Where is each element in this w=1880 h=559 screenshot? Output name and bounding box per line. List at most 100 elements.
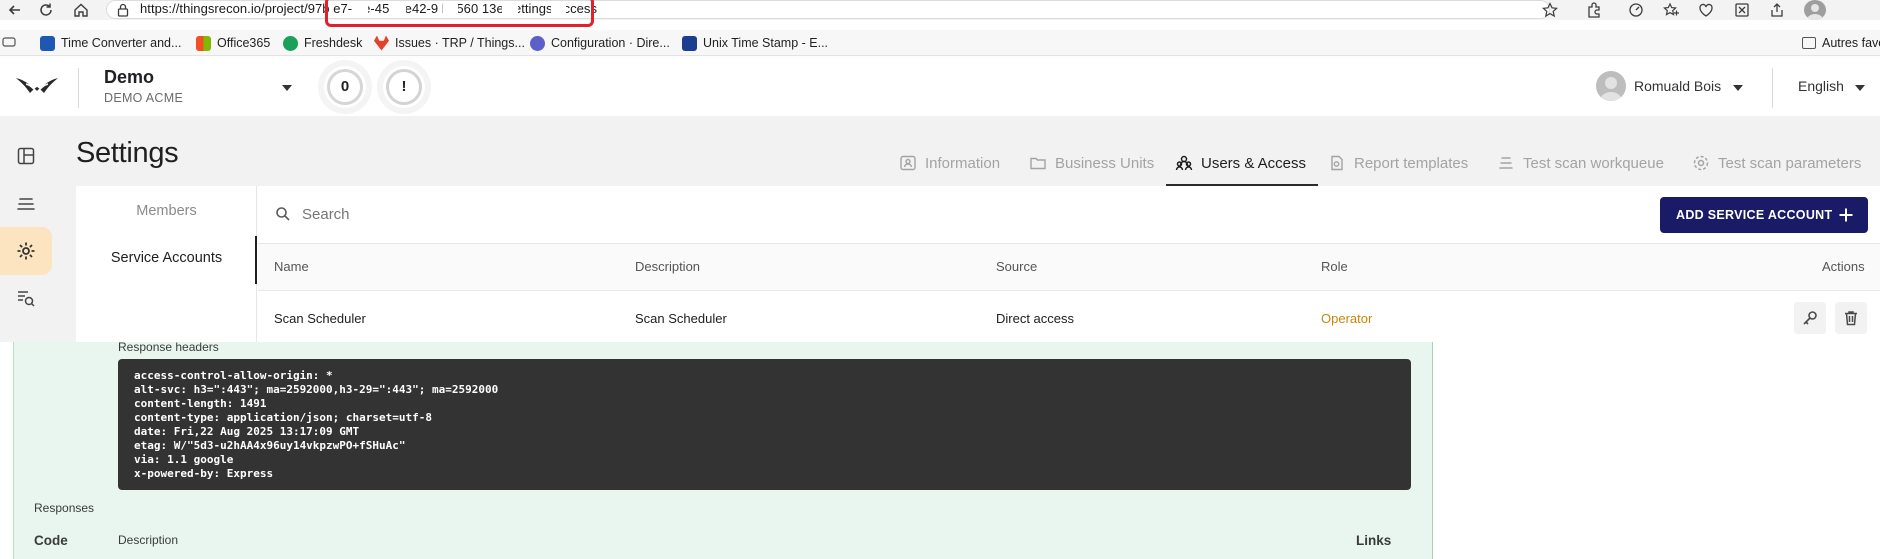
bookmark-label: Configuration · Dire... (551, 36, 670, 50)
gear-icon (1692, 154, 1710, 172)
column-header-description[interactable]: Description (635, 259, 700, 274)
performance-icon[interactable] (1627, 1, 1645, 19)
favorites-icon[interactable] (1662, 1, 1680, 19)
report-icon (1328, 154, 1346, 172)
bookmark-label: Autres favo (1822, 36, 1880, 50)
header-line: content-length: 1491 (134, 397, 267, 410)
bookmark-label: Issues · TRP / Things... (395, 36, 525, 50)
tab-users-access[interactable]: Users & Access (1175, 150, 1306, 176)
star-icon[interactable] (1541, 1, 1559, 19)
tab-label: Test scan workqueue (1523, 154, 1664, 172)
tab-label: Test scan parameters (1718, 154, 1862, 172)
bookmark-gitlab-issues[interactable]: Issues · TRP / Things... (374, 34, 525, 52)
row-source: Direct access (996, 311, 1075, 326)
alert-badge[interactable]: ! (383, 66, 425, 108)
freshdesk-icon (283, 35, 298, 51)
org-dropdown-caret-icon[interactable] (282, 85, 292, 91)
responses-label: Responses (34, 501, 95, 515)
user-avatar[interactable] (1596, 71, 1626, 101)
user-name[interactable]: Romuald Bois (1634, 78, 1721, 94)
response-headers-code[interactable]: access-control-allow-origin: * alt-svc: … (118, 359, 1411, 490)
language-selector[interactable]: English (1798, 78, 1844, 94)
access-subnav: Members Service Accounts (76, 186, 257, 342)
org-name[interactable]: Demo (104, 67, 154, 88)
lock-icon (117, 3, 129, 17)
column-header-name[interactable]: Name (274, 259, 309, 274)
layers-icon (16, 194, 36, 214)
tab-label: Business Units (1055, 154, 1155, 172)
extensions-icon[interactable] (1585, 1, 1603, 19)
health-icon[interactable] (1697, 1, 1715, 19)
home-icon[interactable] (72, 1, 90, 19)
bookmark-configuration[interactable]: Configuration · Dire... (530, 34, 670, 52)
bookmark-unix-timestamp[interactable]: Unix Time Stamp - E... (682, 34, 828, 52)
column-header-role[interactable]: Role (1321, 259, 1348, 274)
table-header (258, 243, 1880, 291)
configuration-icon (530, 35, 545, 51)
folder-icon (1029, 154, 1047, 172)
row-description: Scan Scheduler (635, 311, 727, 326)
id-card-icon (899, 154, 917, 172)
header-line: x-powered-by: Express (134, 467, 274, 480)
bookmark-office365[interactable]: Office365 (196, 34, 270, 52)
header-line: via: 1.1 google (134, 453, 234, 466)
unix-timestamp-icon (682, 35, 697, 51)
sidebar (0, 116, 52, 342)
bookmark-freshdesk[interactable]: Freshdesk (283, 34, 362, 52)
collections-icon[interactable] (1733, 1, 1751, 19)
counter-badge[interactable]: 0 (324, 66, 366, 108)
search-list-icon (16, 288, 36, 308)
back-icon[interactable] (6, 1, 24, 19)
user-dropdown-caret-icon[interactable] (1733, 85, 1743, 91)
tab-report-templates[interactable]: Report templates (1328, 150, 1468, 176)
browser-profile-avatar[interactable] (1804, 0, 1826, 20)
office365-icon (196, 35, 211, 51)
bookmark-label: Office365 (217, 36, 271, 50)
highlight-box (325, 0, 594, 27)
tab-label: Users & Access (1201, 154, 1307, 172)
add-service-account-label: ADD SERVICE ACCOUNT (1676, 208, 1833, 222)
row-role: Operator (1321, 311, 1373, 326)
tab-test-scan-workqueue[interactable]: Test scan workqueue (1497, 150, 1664, 176)
key-icon (1801, 309, 1819, 327)
column-header-source[interactable]: Source (996, 259, 1037, 274)
sidebar-item-findings[interactable] (0, 274, 52, 322)
response-headers-label: Response headers (118, 340, 219, 354)
other-favorites-folder[interactable]: Autres favo (1802, 34, 1880, 52)
share-icon[interactable] (1768, 1, 1786, 19)
sidebar-item-settings[interactable] (0, 227, 52, 275)
sidebar-item-assets[interactable] (0, 180, 52, 228)
settings-icon (16, 241, 36, 261)
divider (1772, 68, 1773, 108)
subnav-members[interactable]: Members (76, 203, 257, 219)
bookmark-label: Time Converter and... (61, 36, 182, 50)
search-input[interactable] (302, 202, 902, 226)
header-line: content-type: application/json; charset=… (134, 411, 433, 424)
header-line: alt-svc: h3=":443"; ma=2592000,h3-29=":4… (134, 383, 499, 396)
tab-information[interactable]: Information (899, 150, 1000, 176)
row-key-button[interactable] (1794, 302, 1826, 334)
column-header-actions: Actions (1822, 259, 1865, 274)
queue-icon (1497, 154, 1515, 172)
refresh-icon[interactable] (37, 1, 55, 19)
search-icon (274, 205, 292, 223)
add-service-account-button[interactable]: ADD SERVICE ACCOUNT (1660, 197, 1868, 233)
bookmark-label: Unix Time Stamp - E... (703, 36, 829, 50)
tab-business-units[interactable]: Business Units (1029, 150, 1154, 176)
org-subtitle: DEMO ACME (104, 91, 184, 105)
subnav-service-accounts[interactable]: Service Accounts (76, 250, 257, 266)
bookmark-time-converter[interactable]: Time Converter and... (40, 34, 181, 52)
tab-test-scan-parameters[interactable]: Test scan parameters (1692, 150, 1861, 176)
language-dropdown-caret-icon[interactable] (1855, 85, 1865, 91)
gitlab-icon (374, 35, 389, 51)
responses-column-code: Code (34, 533, 68, 548)
thingsrecon-logo-icon[interactable] (14, 70, 60, 104)
sidebar-item-dashboard[interactable] (0, 132, 52, 180)
row-delete-button[interactable] (1835, 302, 1867, 334)
header-line: date: Fri,22 Aug 2025 13:17:09 GMT (134, 425, 360, 438)
users-icon (1175, 154, 1193, 172)
header-line: etag: W/"5d3-u2hAA4x96uy14vkpzwPO+fSHuAc… (134, 439, 406, 452)
tab-actions-icon[interactable] (2, 35, 16, 49)
responses-column-description: Description (118, 533, 179, 547)
page-title: Settings (76, 137, 179, 169)
